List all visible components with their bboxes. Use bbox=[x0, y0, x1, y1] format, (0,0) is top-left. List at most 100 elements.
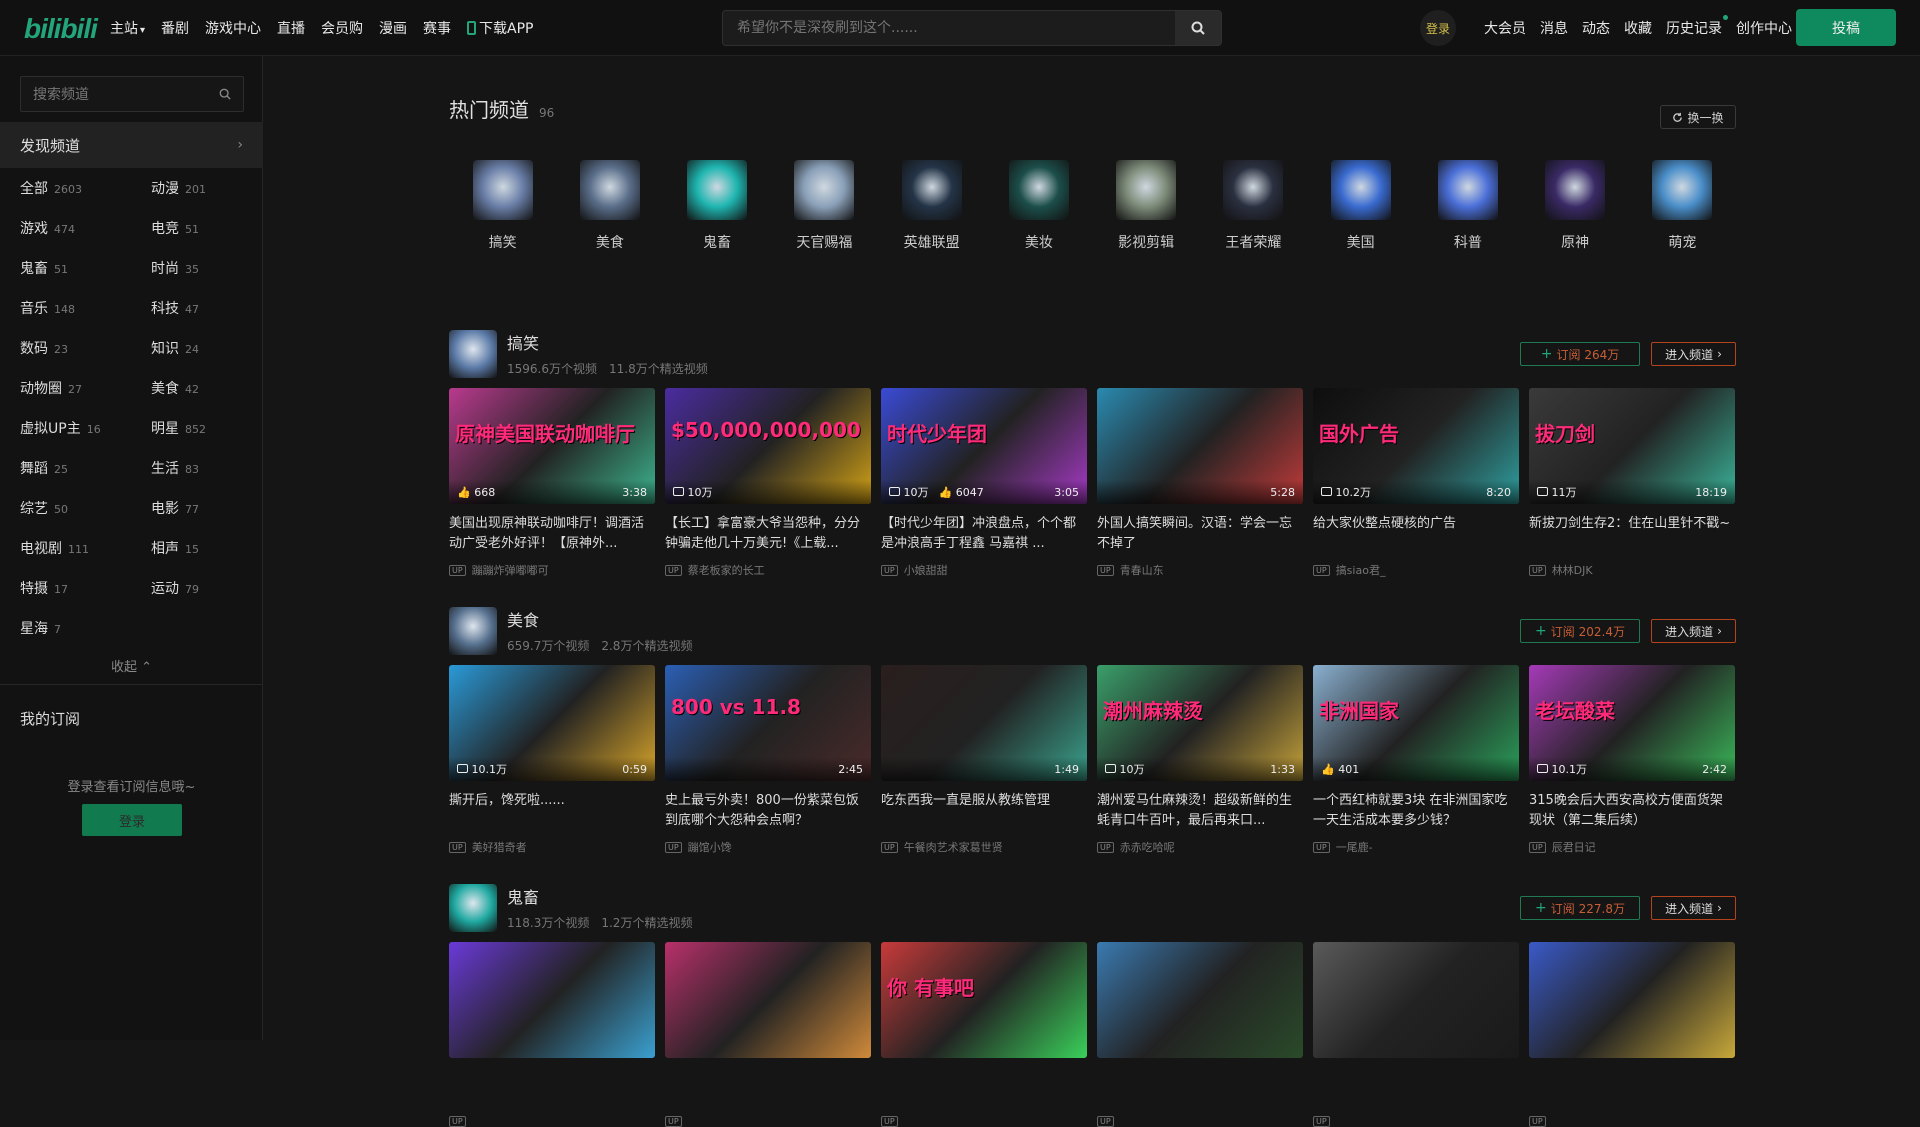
video-thumbnail[interactable]: 1:49 bbox=[881, 665, 1087, 781]
login-button[interactable]: 登录 bbox=[82, 804, 182, 836]
video-uploader[interactable]: UP 小娘甜甜 bbox=[881, 562, 1087, 578]
category-item[interactable]: 运动 79 bbox=[151, 578, 199, 598]
video-card[interactable]: 老坛酸菜 10.1万 2:42 315晚会后大西安高校方便面货架现状（第二集后续）… bbox=[1529, 665, 1735, 855]
refresh-button[interactable]: 换一换 bbox=[1660, 105, 1736, 129]
video-thumbnail[interactable]: 国外广告 10.2万 8:20 bbox=[1313, 388, 1519, 504]
category-item[interactable]: 特摄 17 bbox=[20, 578, 68, 598]
video-uploader[interactable]: UP 赤赤吃哈呢 bbox=[1097, 839, 1303, 855]
category-item[interactable]: 科技 47 bbox=[151, 298, 199, 318]
video-uploader[interactable]: UP 蹦馆小馋 bbox=[665, 839, 871, 855]
video-thumbnail[interactable]: 你 有事吧 bbox=[881, 942, 1087, 1058]
channel-title[interactable]: 鬼畜 bbox=[507, 884, 539, 908]
category-item[interactable]: 音乐 148 bbox=[20, 298, 75, 318]
video-title[interactable] bbox=[449, 1068, 655, 1108]
collapse-button[interactable]: 收起 ⌃ bbox=[0, 656, 263, 675]
video-uploader[interactable]: UP 一尾鹿- bbox=[1313, 839, 1519, 855]
video-title[interactable] bbox=[665, 1068, 871, 1108]
video-card[interactable]: 时代少年团 10万 👍 6047 3:05 【时代少年团】冲浪盘点，个个都是冲浪高手… bbox=[881, 388, 1087, 578]
category-item[interactable]: 虚拟UP主 16 bbox=[20, 418, 101, 438]
video-title[interactable]: 【时代少年团】冲浪盘点，个个都是冲浪高手丁程鑫 马嘉祺 ... bbox=[881, 514, 1087, 554]
video-thumbnail[interactable]: 非洲国家 👍 401 bbox=[1313, 665, 1519, 781]
nav-creator-center[interactable]: 创作中心 bbox=[1736, 18, 1792, 38]
category-item[interactable]: 美食 42 bbox=[151, 378, 199, 398]
nav-dynamics[interactable]: 动态 bbox=[1582, 18, 1610, 38]
channel-search-input[interactable]: 搜索频道 bbox=[20, 76, 244, 112]
video-uploader[interactable]: UP bbox=[881, 1116, 1087, 1127]
video-uploader[interactable]: UP bbox=[1097, 1116, 1303, 1127]
video-thumbnail[interactable] bbox=[665, 942, 871, 1058]
nav-download-app[interactable]: 下载APP bbox=[467, 18, 534, 38]
video-title[interactable]: 给大家伙整点硬核的广告 bbox=[1313, 514, 1519, 554]
login-avatar[interactable]: 登录 bbox=[1420, 10, 1456, 46]
video-title[interactable] bbox=[1529, 1068, 1735, 1108]
hot-channel-item[interactable]: 王者荣耀 bbox=[1200, 160, 1307, 252]
category-item[interactable]: 时尚 35 bbox=[151, 258, 199, 278]
search-input[interactable] bbox=[723, 11, 1175, 45]
video-title[interactable] bbox=[1097, 1068, 1303, 1108]
video-title[interactable]: 【长工】拿富豪大爷当怨种，分分钟骗走他几十万美元!《上载... bbox=[665, 514, 871, 554]
category-item[interactable]: 动物圈 27 bbox=[20, 378, 82, 398]
video-title[interactable] bbox=[1313, 1068, 1519, 1108]
hot-channel-item[interactable]: 搞笑 bbox=[449, 160, 556, 252]
hot-channel-item[interactable]: 英雄联盟 bbox=[878, 160, 985, 252]
category-item[interactable]: 明星 852 bbox=[151, 418, 206, 438]
category-item[interactable]: 知识 24 bbox=[151, 338, 199, 358]
channel-title[interactable]: 美食 bbox=[507, 607, 539, 631]
category-item[interactable]: 动漫 201 bbox=[151, 178, 206, 198]
nav-shop[interactable]: 会员购 bbox=[321, 18, 363, 38]
video-title[interactable]: 吃东西我一直是服从教练管理 bbox=[881, 791, 1087, 831]
video-card[interactable]: UP bbox=[1313, 942, 1519, 1127]
video-title[interactable]: 315晚会后大西安高校方便面货架现状（第二集后续） bbox=[1529, 791, 1735, 831]
subscribe-button[interactable]: + 订阅 202.4万 bbox=[1520, 619, 1640, 643]
nav-main-site[interactable]: 主站 ▾ bbox=[110, 18, 145, 38]
video-uploader[interactable]: UP 青春山东 bbox=[1097, 562, 1303, 578]
video-card[interactable]: 10.1万 0:59 撕开后，馋死啦...... UP 美好猎奇者 bbox=[449, 665, 655, 855]
hot-channel-item[interactable]: 美食 bbox=[556, 160, 663, 252]
enter-channel-button[interactable]: 进入频道 › bbox=[1651, 619, 1736, 643]
hot-channel-item[interactable]: 鬼畜 bbox=[664, 160, 771, 252]
upload-button[interactable]: 投稿 bbox=[1796, 9, 1896, 46]
video-thumbnail[interactable] bbox=[1313, 942, 1519, 1058]
video-card[interactable]: 国外广告 10.2万 8:20 给大家伙整点硬核的广告 UP 搞siao君_ bbox=[1313, 388, 1519, 578]
video-uploader[interactable]: UP 美好猎奇者 bbox=[449, 839, 655, 855]
video-card[interactable]: UP bbox=[1097, 942, 1303, 1127]
category-item[interactable]: 全部 2603 bbox=[20, 178, 82, 198]
video-uploader[interactable]: UP 蹦蹦炸弹嘟嘟可 bbox=[449, 562, 655, 578]
video-uploader[interactable]: UP bbox=[1313, 1116, 1519, 1127]
video-thumbnail[interactable]: 10.1万 0:59 bbox=[449, 665, 655, 781]
nav-live[interactable]: 直播 bbox=[277, 18, 305, 38]
video-card[interactable]: UP bbox=[1529, 942, 1735, 1127]
video-thumbnail[interactable]: 时代少年团 10万 👍 6047 3:05 bbox=[881, 388, 1087, 504]
category-item[interactable]: 综艺 50 bbox=[20, 498, 68, 518]
category-item[interactable]: 相声 15 bbox=[151, 538, 199, 558]
video-uploader[interactable]: UP 午餐肉艺术家葛世贤 bbox=[881, 839, 1087, 855]
enter-channel-button[interactable]: 进入频道 › bbox=[1651, 342, 1736, 366]
channel-avatar[interactable] bbox=[449, 884, 497, 932]
video-card[interactable]: UP bbox=[665, 942, 871, 1127]
discover-channels[interactable]: 发现频道 › bbox=[0, 122, 263, 168]
video-thumbnail[interactable]: 800 vs 11.8 2:45 bbox=[665, 665, 871, 781]
category-item[interactable]: 星海 7 bbox=[20, 618, 61, 638]
video-title[interactable] bbox=[881, 1068, 1087, 1108]
hot-channel-item[interactable]: 原神 bbox=[1522, 160, 1629, 252]
video-thumbnail[interactable] bbox=[449, 942, 655, 1058]
video-card[interactable]: 拔刀剑 11万 18:19 新拔刀剑生存2：住在山里针不戳~ UP 林林DJK bbox=[1529, 388, 1735, 578]
hot-channel-item[interactable]: 美国 bbox=[1307, 160, 1414, 252]
nav-manga[interactable]: 漫画 bbox=[379, 18, 407, 38]
video-card[interactable]: 800 vs 11.8 2:45 史上最亏外卖！800一份紫菜包饭到底哪个大怨种… bbox=[665, 665, 871, 855]
nav-vip[interactable]: 大会员 bbox=[1484, 18, 1526, 38]
video-card[interactable]: $50,000,000,000 10万 【长工】拿富豪大爷当怨种，分分钟骗走他几… bbox=[665, 388, 871, 578]
nav-messages[interactable]: 消息 bbox=[1540, 18, 1568, 38]
hot-channel-item[interactable]: 美妆 bbox=[985, 160, 1092, 252]
category-item[interactable]: 舞蹈 25 bbox=[20, 458, 68, 478]
video-card[interactable]: 原神美国联动咖啡厅 👍 668 3:38 美国出现原神联动咖啡厅！调酒活动广受老外… bbox=[449, 388, 655, 578]
video-card[interactable]: 1:49 吃东西我一直是服从教练管理 UP 午餐肉艺术家葛世贤 bbox=[881, 665, 1087, 855]
category-item[interactable]: 游戏 474 bbox=[20, 218, 75, 238]
nav-esports[interactable]: 赛事 bbox=[423, 18, 451, 38]
category-item[interactable]: 数码 23 bbox=[20, 338, 68, 358]
video-card[interactable]: 潮州麻辣烫 10万 1:33 潮州爱马仕麻辣烫！超级新鲜的生蚝青口牛百叶，最后再来… bbox=[1097, 665, 1303, 855]
video-card[interactable]: 5:28 外国人搞笑瞬间。汉语：学会一忘不掉了 UP 青春山东 bbox=[1097, 388, 1303, 578]
category-item[interactable]: 鬼畜 51 bbox=[20, 258, 68, 278]
category-item[interactable]: 电影 77 bbox=[151, 498, 199, 518]
hot-channel-item[interactable]: 天官赐福 bbox=[771, 160, 878, 252]
